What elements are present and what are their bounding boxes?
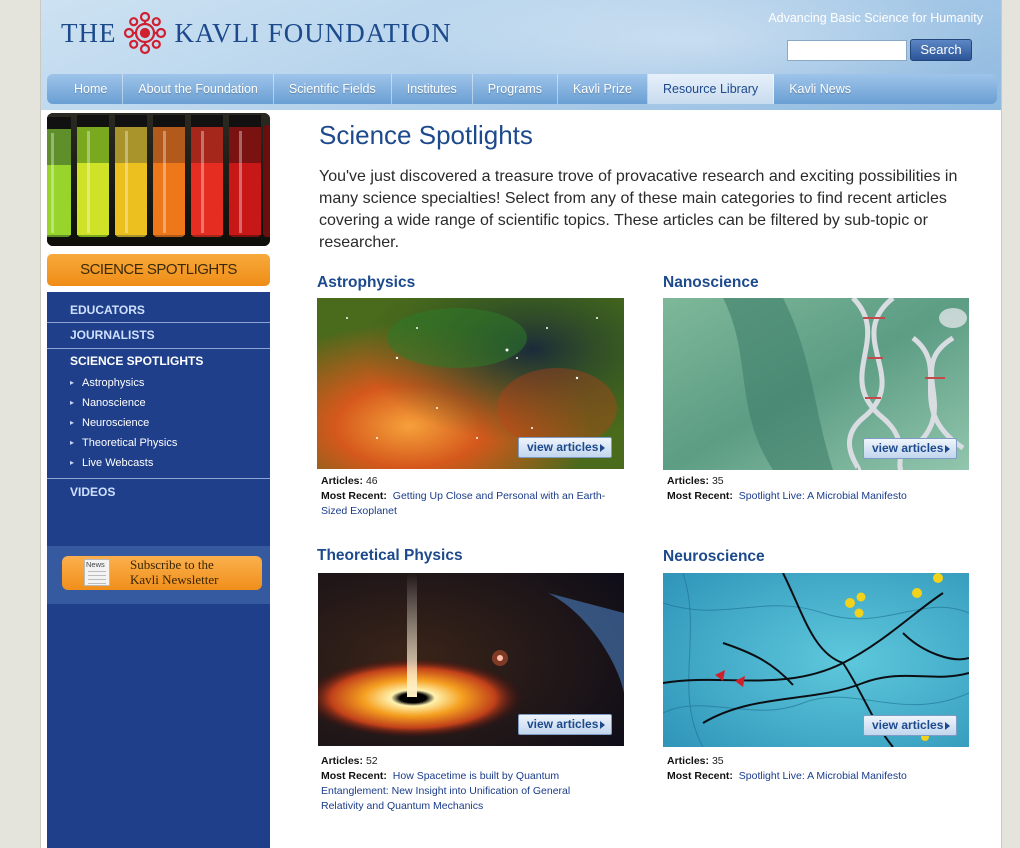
card-meta: Articles: 35 Most Recent: Spotlight Live… [667, 754, 957, 784]
nav-home[interactable]: Home [59, 74, 124, 104]
newsletter-text: Subscribe to the Kavli Newsletter [130, 557, 218, 587]
nav-programs[interactable]: Programs [473, 74, 558, 104]
view-articles-label: view articles [872, 441, 944, 455]
view-articles-button[interactable]: view articles [863, 438, 957, 459]
spotlight-card-theoretical-physics: Theoretical Physics view articles Articl… [317, 546, 627, 812]
intro-paragraph: You've just discovered a treasure trove … [319, 168, 958, 251]
nanoscience-image[interactable]: view articles [663, 298, 969, 470]
newsletter-icon-label: News [86, 560, 105, 569]
search-input[interactable] [787, 40, 907, 61]
subscribe-newsletter-button[interactable]: News Subscribe to the Kavli Newsletter [62, 556, 262, 590]
nav-scientific-fields[interactable]: Scientific Fields [274, 74, 392, 104]
sidebar-subitem-live-webcasts[interactable]: Live Webcasts [82, 456, 153, 470]
most-recent-label: Most Recent: [667, 490, 733, 502]
newsletter-line-2: Kavli Newsletter [130, 572, 219, 587]
articles-count: 46 [365, 475, 378, 487]
page-title: Science Spotlights [319, 120, 533, 150]
sidebar-subitem-astrophysics[interactable]: Astrophysics [82, 376, 144, 390]
articles-label: Articles: [667, 755, 710, 767]
sidebar-nav: EDUCATORS JOURNALISTS SCIENCE SPOTLIGHTS… [47, 292, 270, 848]
newsletter-icon: News [84, 559, 110, 586]
card-heading[interactable]: Nanoscience [663, 273, 973, 293]
logo-text-kavli-foundation: KAVLI FOUNDATION [174, 17, 452, 48]
arrow-right-icon [945, 445, 950, 453]
logo-text-the: THE [61, 17, 117, 48]
articles-label: Articles: [321, 475, 364, 487]
nav-kavli-prize[interactable]: Kavli Prize [558, 74, 648, 104]
card-meta: Articles: 46 Most Recent: Getting Up Clo… [321, 474, 611, 519]
most-recent-link[interactable]: Spotlight Live: A Microbial Manifesto [739, 490, 907, 502]
card-heading[interactable]: Astrophysics [317, 273, 627, 293]
sidebar: SCIENCE SPOTLIGHTS EDUCATORS JOURNALISTS… [47, 113, 270, 848]
view-articles-button[interactable]: view articles [863, 715, 957, 736]
card-heading[interactable]: Theoretical Physics [317, 546, 627, 566]
articles-label: Articles: [667, 475, 710, 487]
theoretical-physics-image[interactable]: view articles [318, 573, 624, 746]
newsletter-line-1: Subscribe to the [130, 557, 214, 572]
page: THE KAVLI FOUNDATION Advancing Basic Sci… [40, 0, 1002, 848]
view-articles-button[interactable]: view articles [518, 437, 612, 458]
main-nav: Home About the Foundation Scientific Fie… [47, 74, 997, 104]
card-meta: Articles: 35 Most Recent: Spotlight Live… [667, 474, 957, 504]
most-recent-label: Most Recent: [321, 490, 387, 502]
arrow-right-icon [600, 444, 605, 452]
science-spotlights-banner: SCIENCE SPOTLIGHTS [47, 254, 270, 286]
articles-count: 35 [711, 475, 724, 487]
sidebar-subitem-neuroscience[interactable]: Neuroscience [82, 416, 149, 430]
sidebar-item-educators[interactable]: EDUCATORS [47, 297, 270, 323]
neuroscience-image[interactable]: view articles [663, 573, 969, 747]
articles-label: Articles: [321, 755, 364, 767]
site-header: THE KAVLI FOUNDATION Advancing Basic Sci… [41, 0, 1001, 120]
nav-resource-library[interactable]: Resource Library [648, 74, 775, 104]
nav-about-the-foundation[interactable]: About the Foundation [123, 74, 274, 104]
sidebar-subitem-nanoscience[interactable]: Nanoscience [82, 396, 146, 410]
most-recent-label: Most Recent: [667, 770, 733, 782]
view-articles-button[interactable]: view articles [518, 714, 612, 735]
bullet-icon: ▸ [70, 438, 75, 447]
bullet-icon: ▸ [70, 378, 75, 387]
card-meta: Articles: 52 Most Recent: How Spacetime … [321, 754, 611, 814]
articles-count: 35 [711, 755, 724, 767]
articles-count: 52 [365, 755, 378, 767]
kavli-emblem-icon [124, 11, 167, 55]
view-articles-label: view articles [872, 718, 944, 732]
newsletter-band: News Subscribe to the Kavli Newsletter [47, 546, 270, 604]
astrophysics-image[interactable]: view articles [317, 298, 624, 469]
view-articles-label: view articles [527, 717, 599, 731]
most-recent-label: Most Recent: [321, 770, 387, 782]
arrow-right-icon [945, 722, 950, 730]
bullet-icon: ▸ [70, 398, 75, 407]
nav-institutes[interactable]: Institutes [392, 74, 473, 104]
arrow-right-icon [600, 721, 605, 729]
card-heading[interactable]: Neuroscience [663, 547, 973, 567]
bullet-icon: ▸ [70, 418, 75, 427]
most-recent-link[interactable]: Spotlight Live: A Microbial Manifesto [739, 770, 907, 782]
spotlight-card-astrophysics: Astrophysics view articles Articles: 46 … [317, 273, 627, 517]
sidebar-item-videos[interactable]: VIDEOS [47, 479, 270, 505]
spotlight-card-neuroscience: Neuroscience view articles Articles: 35 … [663, 547, 973, 782]
tagline: Advancing Basic Science for Humanity [768, 11, 983, 25]
search-button[interactable]: Search [910, 39, 972, 61]
banner-label: SCIENCE SPOTLIGHTS [80, 261, 237, 278]
bullet-icon: ▸ [70, 458, 75, 467]
sidebar-subitem-theoretical-physics[interactable]: Theoretical Physics [82, 436, 177, 450]
logo[interactable]: THE KAVLI FOUNDATION [61, 10, 452, 56]
nav-kavli-news[interactable]: Kavli News [774, 74, 866, 104]
sidebar-vials-image [47, 113, 270, 246]
view-articles-label: view articles [527, 440, 599, 454]
spotlight-card-nanoscience: Nanoscience view articles Articles: 35 M… [663, 273, 973, 502]
sidebar-item-journalists[interactable]: JOURNALISTS [47, 322, 270, 348]
sidebar-item-science-spotlights[interactable]: SCIENCE SPOTLIGHTS [47, 348, 270, 374]
